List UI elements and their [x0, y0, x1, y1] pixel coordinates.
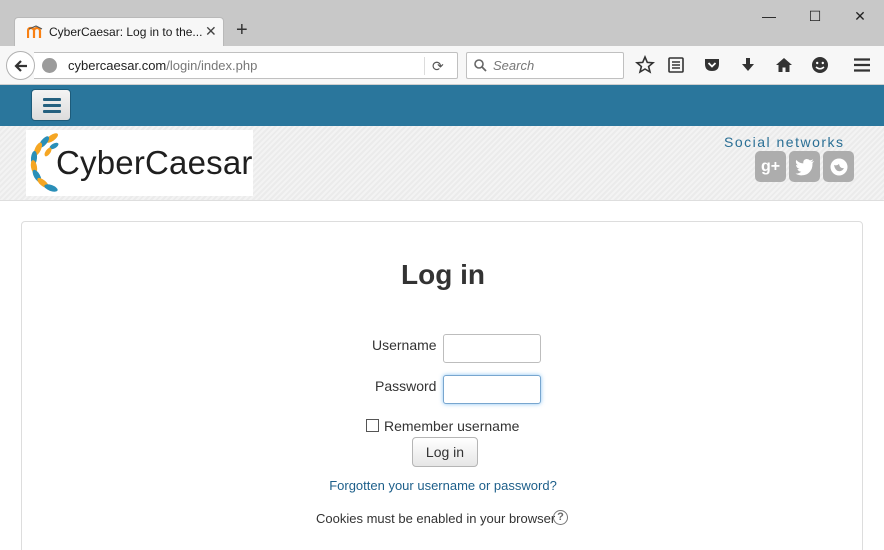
site-topbar — [0, 85, 884, 126]
downloads-icon[interactable] — [738, 55, 758, 75]
bookmark-star-icon[interactable] — [635, 55, 655, 75]
menu-bar-icon — [43, 110, 61, 113]
search-input[interactable]: Search — [466, 52, 624, 79]
new-tab-button[interactable]: + — [236, 19, 248, 41]
password-label: Password — [375, 378, 437, 394]
browser-titlebar: CyberCaesar: Log in to the... ✕ + — ☐ ✕ — [0, 0, 884, 46]
url-text: cybercaesar.com/login/index.php — [68, 58, 257, 73]
window-minimize-button[interactable]: — — [758, 6, 780, 26]
tab-title: CyberCaesar: Log in to the... — [49, 25, 203, 39]
reload-icon[interactable]: ⟳ — [432, 58, 444, 74]
hello-smiley-icon[interactable] — [810, 55, 830, 75]
site-header: CyberCaesar Social networks g+ — [0, 126, 884, 201]
username-label: Username — [372, 337, 437, 353]
remember-username-label[interactable]: Remember username — [384, 418, 519, 434]
login-button[interactable]: Log in — [412, 437, 478, 467]
twitter-bird-icon — [795, 158, 814, 176]
remember-username-checkbox[interactable] — [366, 419, 379, 432]
page-title: Log in — [401, 259, 485, 290]
browser-navbar: cybercaesar.com/login/index.php ⟳ Search — [0, 46, 884, 85]
url-path: /login/index.php — [166, 58, 258, 73]
url-divider — [424, 57, 425, 75]
login-panel: Log in Username Password Remember userna… — [21, 221, 863, 550]
back-arrow-icon — [14, 60, 27, 72]
home-icon[interactable] — [774, 55, 794, 75]
logo-text: CyberCaesar — [56, 144, 253, 181]
hamburger-menu-icon[interactable] — [852, 55, 872, 75]
google-plus-icon[interactable]: g+ — [755, 151, 786, 182]
site-identity-globe-icon[interactable] — [42, 58, 57, 73]
twitter-icon[interactable] — [789, 151, 820, 182]
password-input[interactable] — [443, 375, 541, 404]
url-bar[interactable]: cybercaesar.com/login/index.php ⟳ — [34, 52, 458, 79]
cookies-notice: Cookies must be enabled in your browser — [316, 511, 556, 526]
url-domain: cybercaesar.com — [68, 58, 167, 73]
window-maximize-button[interactable]: ☐ — [804, 6, 826, 26]
forgot-password-link-text[interactable]: Forgotten your username or password? — [329, 478, 557, 493]
social-network-icon[interactable] — [823, 151, 854, 182]
menu-bar-icon — [43, 104, 61, 107]
help-icon[interactable]: ? — [553, 510, 568, 525]
back-button[interactable] — [6, 51, 35, 80]
bookmarks-menu-icon[interactable] — [666, 55, 686, 75]
browser-tab-active[interactable]: CyberCaesar: Log in to the... ✕ — [14, 17, 224, 46]
menu-bar-icon — [43, 98, 61, 101]
moodle-favicon-icon — [27, 25, 43, 38]
search-placeholder: Search — [493, 58, 535, 73]
search-icon — [474, 59, 487, 72]
tab-close-icon[interactable]: ✕ — [205, 23, 217, 39]
circle-bird-icon — [830, 158, 847, 176]
site-logo[interactable]: CyberCaesar — [26, 130, 253, 196]
username-input[interactable] — [443, 334, 541, 363]
forgot-password-link: Forgotten your username or password? — [22, 478, 864, 493]
pocket-icon[interactable] — [702, 55, 722, 75]
window-close-button[interactable]: ✕ — [849, 6, 871, 26]
social-networks-label: Social networks — [724, 134, 845, 150]
site-menu-button[interactable] — [31, 89, 71, 121]
